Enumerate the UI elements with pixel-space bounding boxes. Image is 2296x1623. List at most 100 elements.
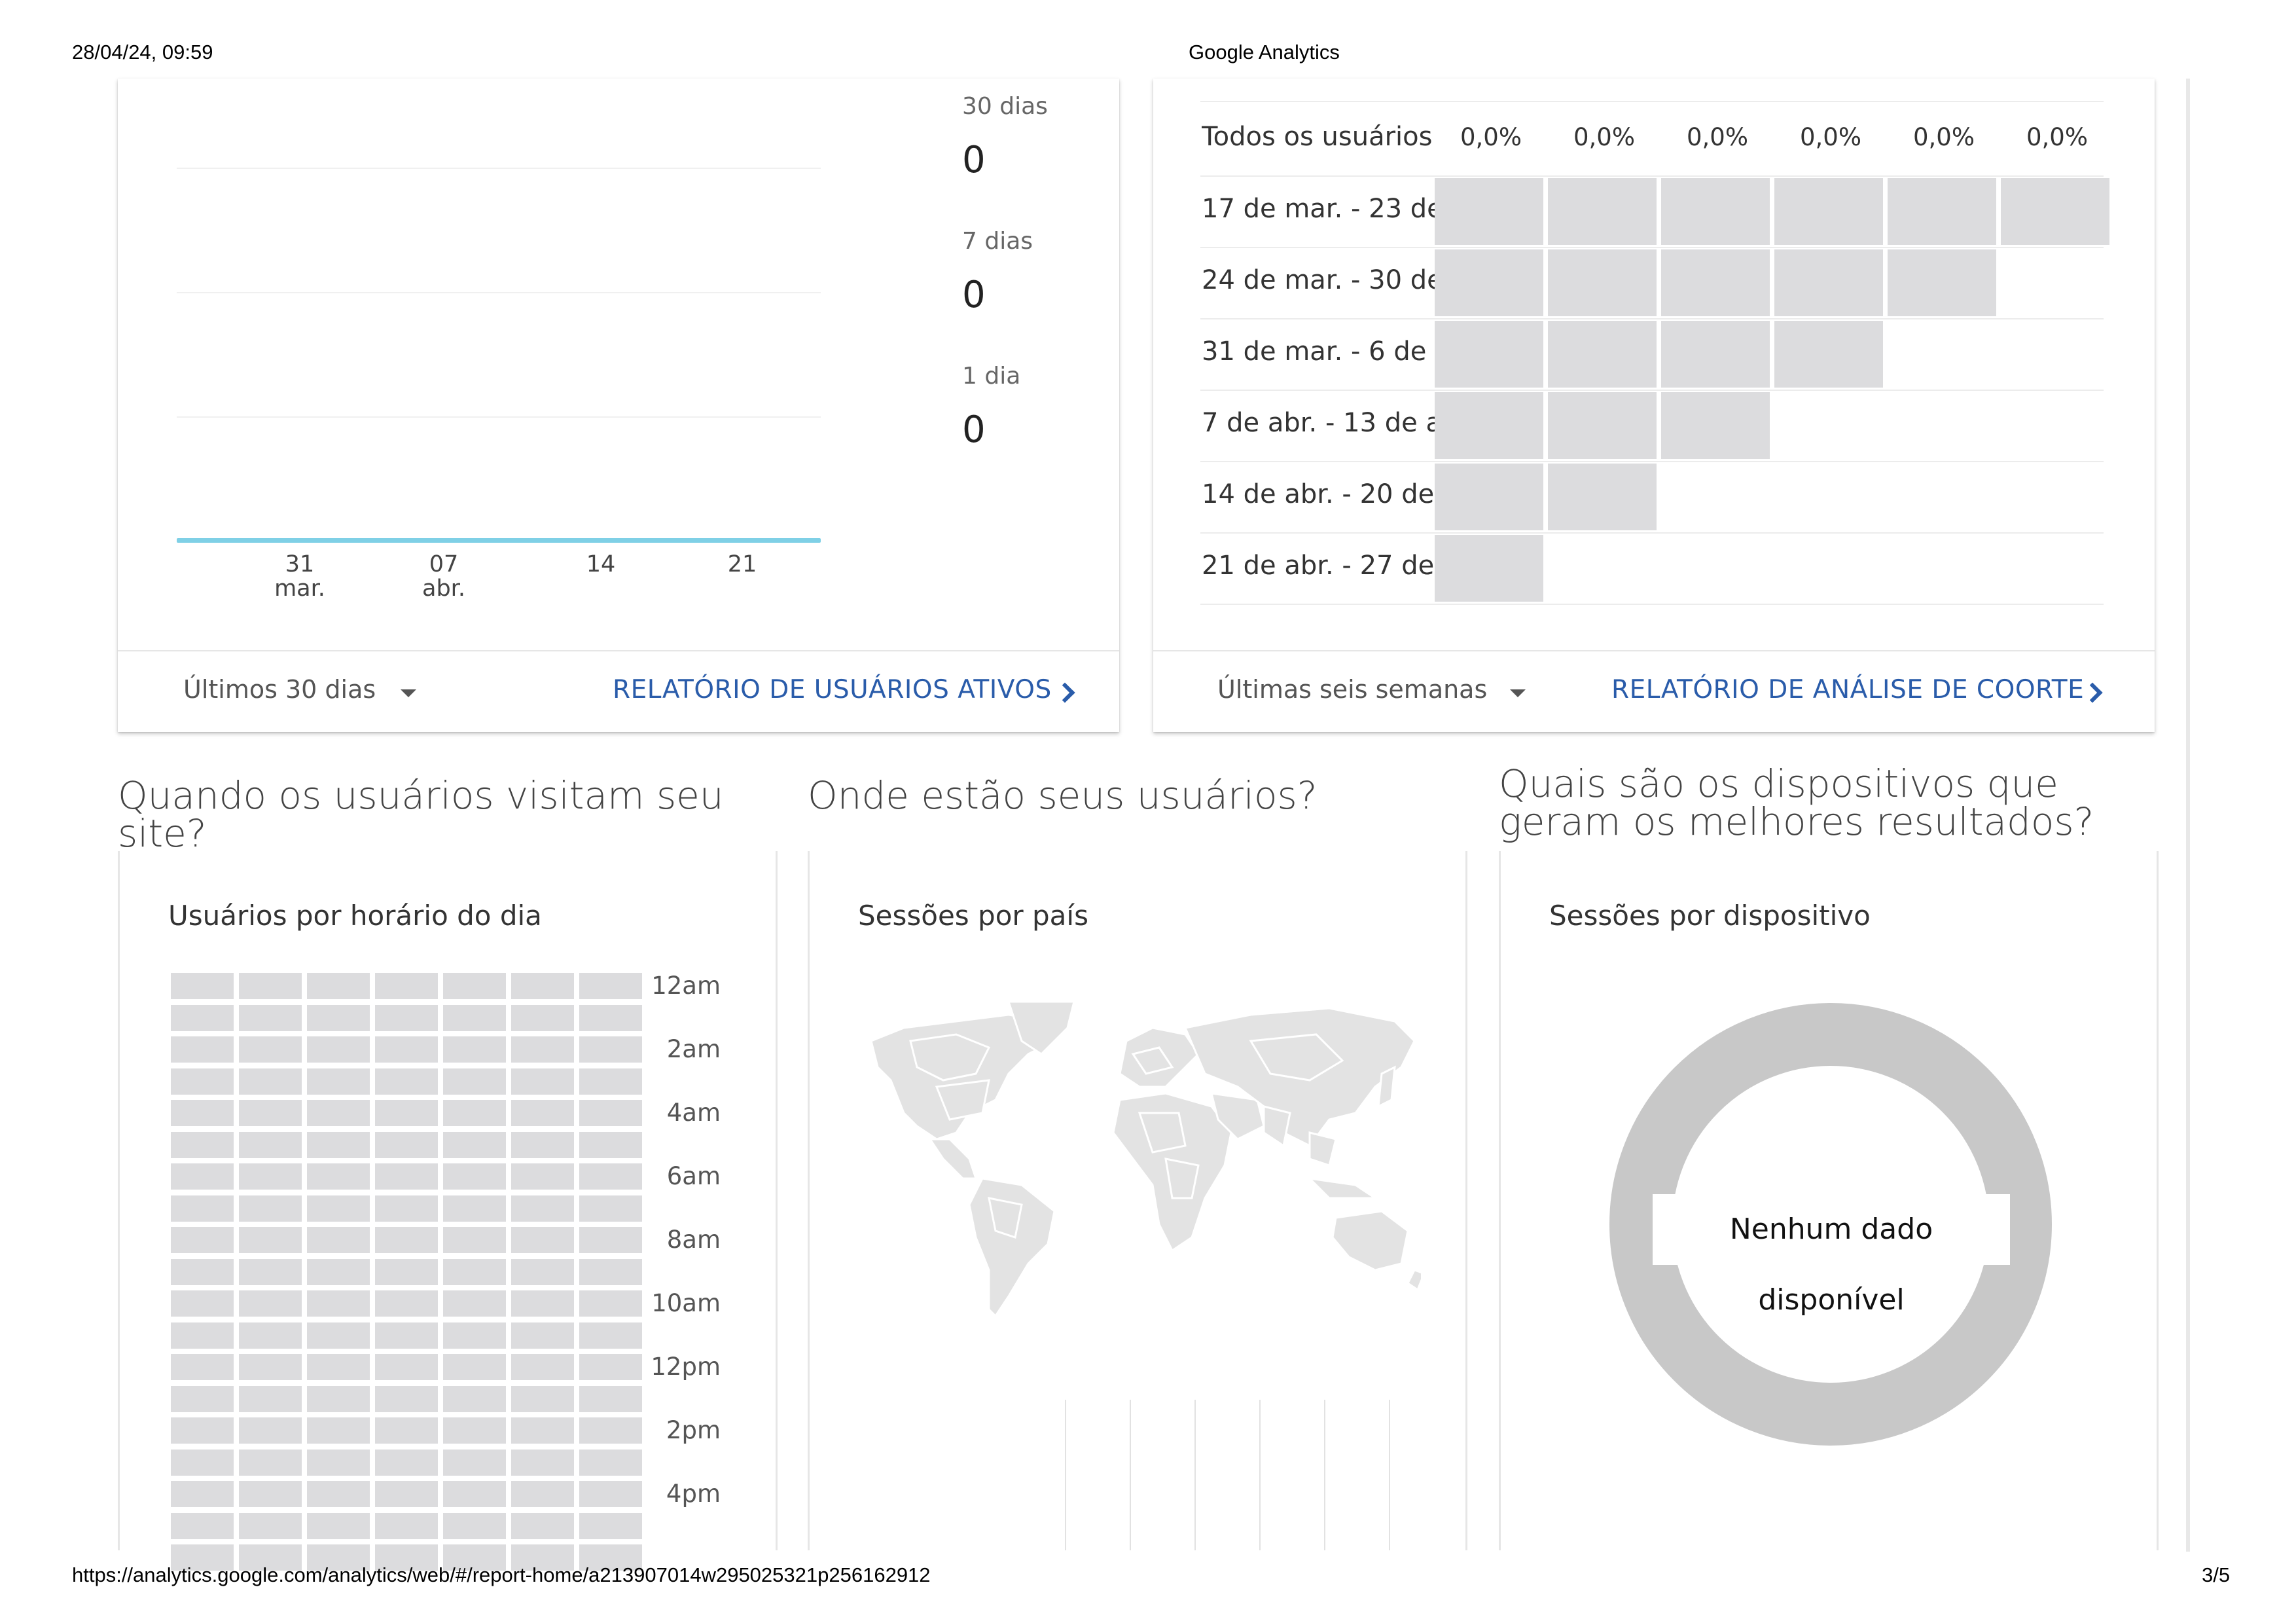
- heatmap-cell: [171, 1195, 234, 1222]
- heatmap-cell: [307, 1004, 370, 1031]
- x-tick-day: 31: [285, 551, 315, 577]
- no-data-message: Nenhum dado disponível: [1653, 1194, 2010, 1317]
- heatmap-cell: [579, 1449, 642, 1476]
- cohort-card: Todos os usuários 0,0% 0,0% 0,0% 0,0% 0,0% 0,…: [1153, 79, 2155, 732]
- heatmap-cell: [511, 1258, 574, 1285]
- heatmap-cell: [511, 1481, 574, 1507]
- grid-line: [177, 168, 821, 169]
- heatmap-cell: [511, 1449, 574, 1476]
- cohort-all-users-pct: 0,0%: [1687, 123, 1748, 151]
- device-card: Sessões por dispositivo Nenhum dado disp…: [1499, 851, 2159, 1550]
- cohort-cell: [1661, 249, 1770, 316]
- heatmap-cell: [307, 1512, 370, 1539]
- heatmap-cell: [511, 1354, 574, 1380]
- heatmap-cell: [579, 1385, 642, 1412]
- heatmap-cell: [171, 1163, 234, 1190]
- cohort-cell: [1548, 249, 1657, 316]
- active-users-period-dropdown[interactable]: Últimos 30 dias: [183, 675, 376, 704]
- x-tick-label: 14: [548, 553, 653, 577]
- cohort-cell: [1548, 321, 1657, 388]
- stat-label-7-days: 7 dias: [962, 228, 1033, 255]
- heatmap-cell: [375, 1449, 438, 1476]
- heatmap-cell: [375, 1512, 438, 1539]
- heatmap-cell: [443, 1290, 506, 1317]
- cohort-report-link[interactable]: RELATÓRIO DE ANÁLISE DE COORTE: [1611, 675, 2084, 704]
- heatmap-cell: [443, 1322, 506, 1349]
- x-tick-label: 31 mar.: [247, 553, 352, 601]
- cohort-cell: [1661, 392, 1770, 459]
- row-divider: [1200, 247, 2104, 248]
- heatmap-cell: [375, 1354, 438, 1380]
- stat-label-30-days: 30 dias: [962, 93, 1048, 120]
- heatmap-cell: [239, 1004, 302, 1031]
- hour-label: 8am: [666, 1226, 721, 1254]
- hourly-card-title: Usuários por horário do dia: [168, 900, 542, 932]
- chevron-down-icon[interactable]: [1510, 689, 1526, 697]
- hour-label: 2pm: [666, 1416, 721, 1444]
- cohort-row-label: 14 de abr. - 20 de abr.: [1202, 479, 1435, 509]
- grid-line: [177, 292, 821, 293]
- heatmap-cell: [511, 1417, 574, 1444]
- cohort-cell: [1435, 249, 1543, 316]
- heatmap-cell: [443, 1195, 506, 1222]
- x-tick-day: 14: [586, 551, 616, 577]
- cohort-cell: [1435, 535, 1543, 602]
- chevron-right-icon[interactable]: [2082, 682, 2103, 703]
- active-users-report-link[interactable]: RELATÓRIO DE USUÁRIOS ATIVOS: [613, 675, 1052, 704]
- heatmap-cell: [579, 1512, 642, 1539]
- heatmap-cell: [375, 1163, 438, 1190]
- country-card-title: Sessões por país: [858, 900, 1088, 932]
- heatmap-cell: [307, 1449, 370, 1476]
- stat-value-1-day: 0: [962, 409, 986, 451]
- cohort-period-dropdown[interactable]: Últimas seis semanas: [1217, 675, 1487, 704]
- heatmap-cell: [443, 1036, 506, 1063]
- heatmap-cell: [239, 1354, 302, 1380]
- hour-label: 6am: [666, 1162, 721, 1190]
- heatmap-cell: [307, 1195, 370, 1222]
- heatmap-cell: [239, 1449, 302, 1476]
- heatmap-cell: [511, 1290, 574, 1317]
- x-tick-label: 21: [690, 553, 795, 577]
- country-card: Sessões por país: [808, 851, 1467, 1550]
- x-tick-day: 21: [727, 551, 757, 577]
- heatmap-cell: [511, 1195, 574, 1222]
- heatmap-cell: [511, 1512, 574, 1539]
- hour-label: 10am: [651, 1289, 721, 1317]
- device-card-title: Sessões por dispositivo: [1549, 900, 1871, 932]
- print-page-title: Google Analytics: [1189, 41, 1340, 64]
- chevron-down-icon[interactable]: [401, 689, 416, 697]
- heatmap-cell: [443, 1354, 506, 1380]
- heatmap-cell: [443, 973, 506, 999]
- heatmap-cell: [171, 1227, 234, 1253]
- heatmap-cell: [579, 1163, 642, 1190]
- country-bar-gridline: [1194, 1400, 1196, 1550]
- heatmap-cell: [171, 1068, 234, 1095]
- cohort-cell: [2001, 178, 2109, 245]
- heatmap-cell: [443, 1227, 506, 1253]
- heatmap-cell: [239, 1512, 302, 1539]
- heatmap-cell: [375, 1036, 438, 1063]
- heatmap-cell: [443, 1512, 506, 1539]
- heatmap-cell: [375, 1100, 438, 1126]
- heatmap-cell: [579, 1036, 642, 1063]
- heatmap-cell: [171, 1385, 234, 1412]
- heatmap-cell: [239, 1481, 302, 1507]
- heatmap-cell: [239, 1036, 302, 1063]
- heatmap-cell: [307, 1417, 370, 1444]
- heatmap-cell: [307, 1036, 370, 1063]
- heatmap-cell: [579, 1100, 642, 1126]
- heatmap-cell: [375, 973, 438, 999]
- cohort-cell: [1774, 321, 1883, 388]
- heatmap-cell: [239, 1227, 302, 1253]
- heatmap-cell: [511, 1227, 574, 1253]
- cohort-all-users-pct: 0,0%: [1913, 123, 1975, 151]
- chevron-right-icon[interactable]: [1054, 682, 1075, 703]
- heatmap-cell: [511, 1322, 574, 1349]
- heatmap-cell: [375, 1385, 438, 1412]
- heatmap-cell: [375, 1258, 438, 1285]
- cohort-all-users-pct: 0,0%: [1573, 123, 1635, 151]
- hourly-card: Usuários por horário do dia 12am 2am 4am 6a…: [118, 851, 778, 1571]
- heatmap-cell: [375, 1322, 438, 1349]
- row-divider: [1200, 101, 2104, 102]
- heatmap-cell: [443, 1163, 506, 1190]
